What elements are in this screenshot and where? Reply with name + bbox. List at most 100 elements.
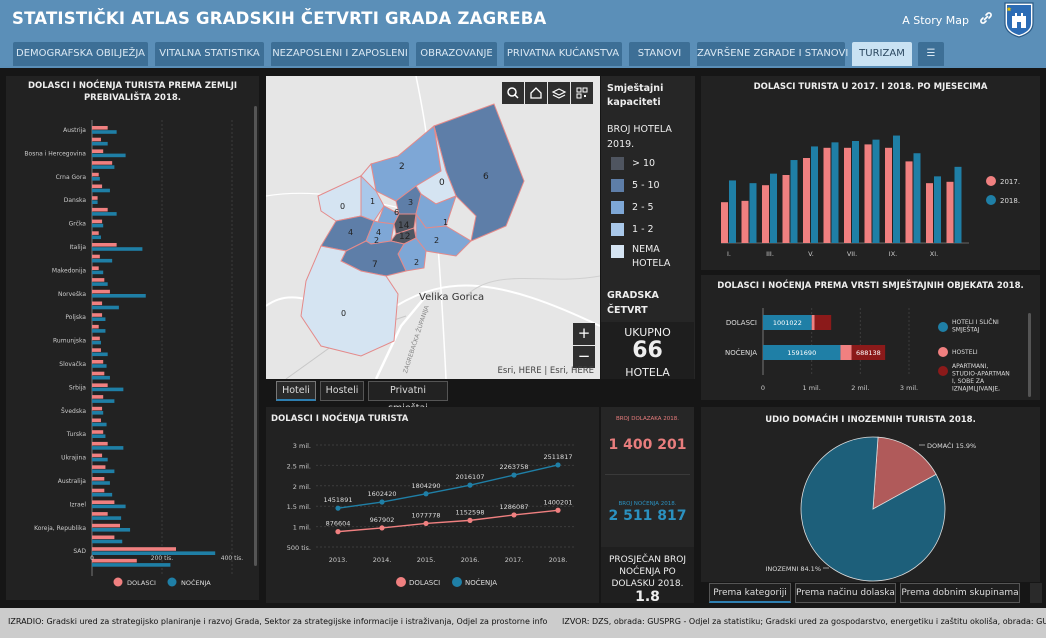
- qr-icon[interactable]: [571, 82, 593, 104]
- data-point: [511, 472, 517, 478]
- tab-privatna[interactable]: PRIVATNA KUĆANSTVA: [504, 42, 622, 66]
- bar-2018: [893, 135, 900, 243]
- x-tick: 1 mil.: [803, 384, 821, 392]
- kpi-arrivals-value: 1 400 201: [608, 437, 687, 453]
- data-point: [379, 525, 385, 531]
- monthly-chart-panel: DOLASCI TURISTA U 2017. I 2018. PO MJESE…: [701, 76, 1040, 270]
- bar-dolasci: [92, 336, 100, 341]
- district-label: 2: [399, 162, 405, 172]
- legend-item: 1 - 2: [611, 221, 691, 239]
- tab-menu[interactable]: ☰: [918, 42, 944, 66]
- tab-završene[interactable]: ZAVRŠENE ZGRADE I STANOVI: [697, 42, 848, 66]
- app-header: STATISTIČKI ATLAS GRADSKIH ČETVRTI GRADA…: [0, 0, 1046, 68]
- share-tab-3[interactable]: Prema dobnim skupinama: [900, 583, 1020, 603]
- share-tab-2[interactable]: Prema načinu dolaska: [795, 583, 896, 603]
- legend-swatch: [611, 179, 624, 192]
- bar-noćenja: [92, 305, 119, 310]
- share-tab-1[interactable]: Prema kategoriji: [709, 583, 791, 603]
- bar-noćenja: [92, 516, 122, 520]
- tab-demografska[interactable]: DEMOGRAFSKA OBILJEŽJA: [13, 42, 148, 66]
- x-tick: IX.: [889, 250, 897, 258]
- data-point: [335, 529, 341, 535]
- accommodation-chart-panel: DOLASCI I NOĆENJA PREMA VRSTI SMJEŠTAJNI…: [701, 275, 1040, 400]
- bar-2017: [823, 147, 831, 243]
- bar-noćenja: [92, 352, 108, 357]
- tabs-scroll-right[interactable]: [1030, 583, 1042, 603]
- legend-label: DOLASCI: [409, 579, 440, 587]
- bar-segment: [814, 315, 832, 330]
- x-tick: 200 tis.: [151, 555, 174, 562]
- scrollbar[interactable]: [1028, 313, 1031, 397]
- district-label: 12: [399, 232, 411, 242]
- country-label: Crna Gora: [56, 174, 87, 181]
- legend-label: NOĆENJA: [181, 578, 211, 587]
- x-tick: 2018.: [549, 556, 568, 564]
- kpi-panel: BROJ DOLAZAKA 2018. 1 400 201 BROJ NOĆEN…: [601, 407, 694, 603]
- country-label: Poljska: [65, 314, 86, 321]
- bar-2017: [926, 183, 933, 243]
- bar-2017: [946, 181, 954, 243]
- share-chart: DOMAĆI 15.9% INOZEMNI 84.1%: [765, 436, 976, 582]
- legend-label: 2 - 5: [632, 202, 654, 213]
- home-icon[interactable]: [525, 82, 547, 104]
- tab-stanovi[interactable]: STANOVI: [629, 42, 690, 66]
- map-view[interactable]: 2 0 6 1 3 6 1 0 4 14 12 4 2 2 7 2 0 Velika Gorica ZAGREBAČ…: [266, 76, 600, 379]
- bar-2018: [954, 166, 962, 243]
- country-label: SAD: [73, 548, 86, 555]
- story-map-link[interactable]: A Story Map: [902, 14, 969, 27]
- legend-swatch: [611, 245, 624, 258]
- map-tab-hoteli[interactable]: Hoteli: [276, 381, 316, 401]
- x-tick: 2015.: [417, 556, 436, 564]
- legend-swatch: [452, 577, 462, 587]
- district-label: 2: [434, 236, 440, 245]
- legend-label: HOTELI I SLIČNI SMJEŠTAJ: [952, 319, 999, 334]
- bar-segment: [840, 345, 852, 360]
- footer-source: IZVOR: DZS, obrada: GUSPRG - Odjel za st…: [562, 617, 1046, 626]
- district-label: 6: [483, 172, 489, 182]
- bar-dolasci: [92, 430, 104, 434]
- map-tab-privatni[interactable]: Privatni smještaj: [368, 381, 448, 414]
- bar-noćenja: [92, 563, 171, 567]
- tab-nezaposleni[interactable]: NEZAPOSLENI I ZAPOSLENI: [271, 42, 409, 66]
- bar-label: 1591690: [787, 349, 816, 357]
- bar-noćenja: [92, 340, 101, 345]
- legend-item: > 10: [611, 155, 691, 173]
- bar-dolasci: [92, 137, 101, 142]
- bar-2017: [905, 161, 913, 243]
- map-legend: Smještajni kapaciteti BROJ HOTELA 2019. …: [601, 76, 695, 379]
- bar-noćenja: [92, 200, 98, 204]
- map-tab-hosteli[interactable]: Hosteli: [320, 381, 364, 401]
- country-label: Izrael: [70, 501, 87, 508]
- bar-dolasci: [92, 488, 105, 493]
- data-label: 1451891: [324, 496, 353, 504]
- bar-dolasci: [92, 441, 108, 446]
- x-tick: V.: [808, 250, 814, 258]
- zoom-out-button[interactable]: −: [573, 346, 595, 368]
- layers-icon[interactable]: [548, 82, 570, 104]
- x-tick: XI.: [930, 250, 938, 258]
- tab-vitalna[interactable]: VITALNA STATISTIKA: [155, 42, 264, 66]
- legend-label: DOLASCI: [127, 579, 156, 587]
- city-label: Velika Gorica: [419, 292, 485, 303]
- x-tick: 2016.: [461, 556, 480, 564]
- country-label: Slovačka: [59, 361, 86, 368]
- country-label: Koreja, Republika: [34, 525, 86, 532]
- data-label: 967902: [370, 516, 395, 524]
- legend-swatch: [986, 195, 996, 205]
- link-icon[interactable]: [978, 10, 994, 26]
- country-chart: Austrija Bosna i Hercegovina Crna Gora Dans…: [24, 120, 243, 587]
- bar-noćenja: [92, 153, 126, 158]
- bar-noćenja: [92, 504, 126, 509]
- tab-obrazovanje[interactable]: OBRAZOVANJE: [416, 42, 497, 66]
- bar-noćenja: [92, 235, 101, 240]
- zoom-in-button[interactable]: +: [573, 323, 595, 345]
- tab-turizam[interactable]: TURIZAM: [852, 42, 912, 66]
- district-label: 7: [372, 260, 378, 270]
- legend-item: NEMA HOTELA: [611, 243, 691, 275]
- bar-noćenja: [92, 212, 117, 216]
- scrollbar[interactable]: [254, 106, 257, 566]
- country-label: Rumunjska: [53, 338, 86, 345]
- search-icon[interactable]: [502, 82, 524, 104]
- bar-dolasci: [92, 324, 99, 329]
- x-tick: 2014.: [373, 556, 392, 564]
